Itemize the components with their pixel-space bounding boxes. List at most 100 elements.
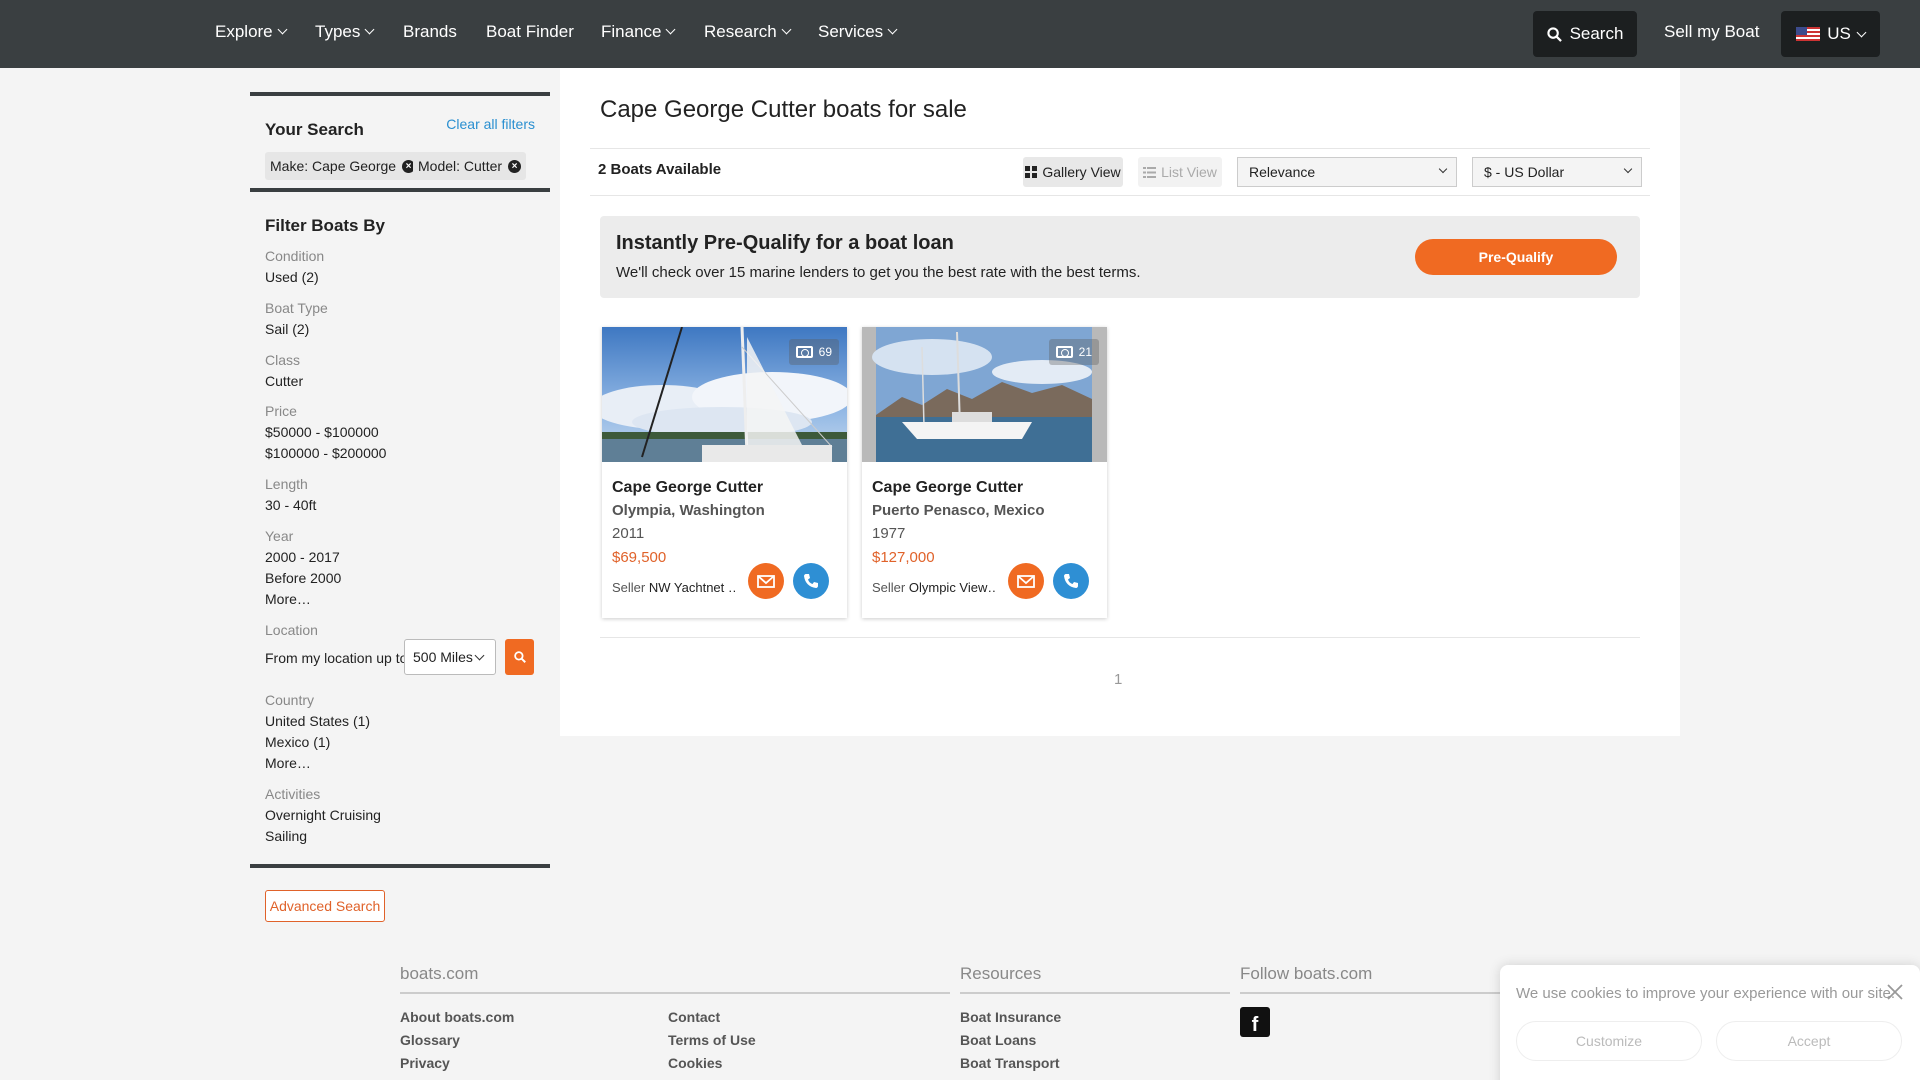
- class-option[interactable]: Cutter: [265, 373, 303, 389]
- footer-link[interactable]: Privacy: [400, 1055, 450, 1071]
- pre-qualify-button[interactable]: Pre-Qualify: [1415, 239, 1617, 275]
- email-icon: [757, 574, 775, 588]
- seller-name: Olympic View…: [908, 580, 996, 595]
- year-option[interactable]: Before 2000: [265, 570, 341, 586]
- boat-type-option[interactable]: Sail (2): [265, 321, 309, 337]
- list-view-label: List View: [1161, 164, 1217, 180]
- chevron-down-icon: [1623, 164, 1633, 174]
- price-option[interactable]: $100000 - $200000: [265, 445, 386, 461]
- results-count: 2 Boats Available: [598, 161, 722, 178]
- photo-count: 21: [1078, 345, 1092, 359]
- region-label: US: [1827, 24, 1851, 43]
- accept-cookies-button[interactable]: Accept: [1716, 1021, 1902, 1061]
- nav-finance[interactable]: Finance: [601, 22, 676, 42]
- divider: [590, 148, 1650, 149]
- page-title: Cape George Cutter boats for sale: [600, 96, 967, 123]
- distance-value: 500 Miles: [413, 649, 473, 665]
- footer-link[interactable]: Cookies: [668, 1055, 722, 1071]
- listing-card[interactable]: 69 Cape George Cutter Olympia, Washingto…: [602, 327, 847, 618]
- close-icon[interactable]: [1886, 983, 1904, 1001]
- country-more-link[interactable]: More…: [265, 755, 311, 771]
- price-option[interactable]: $50000 - $100000: [265, 424, 379, 440]
- advanced-search-button[interactable]: Advanced Search: [265, 890, 385, 922]
- listing-title[interactable]: Cape George Cutter: [872, 479, 1023, 497]
- footer-link[interactable]: Contact: [668, 1009, 720, 1025]
- chevron-down-icon: [1856, 27, 1867, 37]
- call-seller-button[interactable]: [793, 563, 829, 599]
- filter-title: Filter Boats By: [265, 216, 385, 235]
- activity-option[interactable]: Sailing: [265, 828, 307, 844]
- listing-year: 2011: [612, 525, 645, 542]
- listing-location: Olympia, Washington: [612, 502, 765, 519]
- listing-card[interactable]: 21 Cape George Cutter Puerto Penasco, Me…: [862, 327, 1107, 618]
- condition-option[interactable]: Used (2): [265, 269, 319, 285]
- pagination-page[interactable]: 1: [1114, 671, 1122, 688]
- activity-option[interactable]: Overnight Cruising: [265, 807, 381, 823]
- nav-types[interactable]: Types: [315, 22, 375, 42]
- email-icon: [1017, 574, 1035, 588]
- sort-select[interactable]: Relevance: [1237, 157, 1457, 187]
- listing-price: $69,500: [612, 549, 667, 566]
- email-seller-button[interactable]: [748, 563, 784, 599]
- filter-chip-model[interactable]: Model: Cutter ×: [413, 152, 527, 180]
- your-search-title: Your Search: [265, 120, 364, 139]
- filter-sidebar: Your Search Clear all filters Make: Cape…: [250, 68, 550, 868]
- nav-boat-finder[interactable]: Boat Finder: [486, 22, 574, 42]
- listing-year: 1977: [872, 525, 906, 542]
- nav-explore[interactable]: Explore: [215, 22, 288, 42]
- divider: [960, 992, 1230, 994]
- loan-title: Instantly Pre-Qualify for a boat loan: [616, 232, 954, 254]
- results-panel: Cape George Cutter boats for sale 2 Boat…: [560, 68, 1680, 736]
- listing-title[interactable]: Cape George Cutter: [612, 479, 763, 497]
- customize-cookies-button[interactable]: Customize: [1516, 1021, 1702, 1061]
- filter-chip-label: Make: Cape George: [270, 158, 397, 174]
- nav-search-button[interactable]: Search: [1533, 11, 1637, 57]
- nav-research-label: Research: [704, 22, 777, 41]
- listing-photo[interactable]: 69: [602, 327, 847, 462]
- email-seller-button[interactable]: [1008, 563, 1044, 599]
- nav-research[interactable]: Research: [704, 22, 792, 42]
- listing-seller: Seller Olympic View…: [872, 580, 996, 595]
- country-label: Country: [265, 692, 315, 708]
- loan-banner: Instantly Pre-Qualify for a boat loan We…: [600, 216, 1640, 298]
- nav-finance-label: Finance: [601, 22, 662, 41]
- listing-location: Puerto Penasco, Mexico: [872, 502, 1045, 519]
- footer-link[interactable]: About boats.com: [400, 1009, 514, 1025]
- camera-icon: [1055, 346, 1073, 358]
- list-view-button[interactable]: List View: [1138, 157, 1222, 187]
- nav-services[interactable]: Services: [818, 22, 898, 42]
- country-option[interactable]: Mexico (1): [265, 734, 330, 750]
- clear-filters-link[interactable]: Clear all filters: [446, 116, 535, 132]
- currency-select[interactable]: $ - US Dollar: [1472, 157, 1642, 187]
- nav-search-label: Search: [1569, 24, 1624, 43]
- listing-photo[interactable]: 21: [862, 327, 1107, 462]
- facebook-icon[interactable]: f: [1240, 1007, 1270, 1037]
- region-selector[interactable]: US: [1781, 11, 1880, 57]
- length-label: Length: [265, 476, 308, 492]
- year-more-link[interactable]: More…: [265, 591, 311, 607]
- sell-my-boat-link[interactable]: Sell my Boat: [1664, 22, 1759, 42]
- country-option[interactable]: United States (1): [265, 713, 370, 729]
- footer-link[interactable]: Glossary: [400, 1032, 460, 1048]
- remove-icon[interactable]: ×: [508, 159, 522, 173]
- location-text: From my location up to: [265, 650, 408, 666]
- footer-link[interactable]: Boat Loans: [960, 1032, 1036, 1048]
- chevron-down-icon: [277, 24, 288, 35]
- footer-link[interactable]: Boat Insurance: [960, 1009, 1061, 1025]
- search-icon: [1546, 26, 1562, 42]
- grid-icon: [1025, 166, 1038, 178]
- footer-link[interactable]: Boat Transport: [960, 1055, 1060, 1071]
- year-option[interactable]: 2000 - 2017: [265, 549, 340, 565]
- location-search-button[interactable]: [505, 639, 534, 675]
- loan-text: We'll check over 15 marine lenders to ge…: [616, 264, 1141, 281]
- footer-link[interactable]: Terms of Use: [668, 1032, 756, 1048]
- nav-brands[interactable]: Brands: [403, 22, 457, 42]
- filter-chip-make[interactable]: Make: Cape George ×: [265, 152, 421, 180]
- length-option[interactable]: 30 - 40ft: [265, 497, 316, 513]
- call-seller-button[interactable]: [1053, 563, 1089, 599]
- nav-explore-label: Explore: [215, 22, 273, 41]
- gallery-view-button[interactable]: Gallery View: [1023, 157, 1123, 187]
- distance-select[interactable]: 500 Miles: [404, 639, 496, 675]
- chevron-down-icon: [364, 24, 375, 35]
- filter-panel: Filter Boats By Condition Used (2) Boat …: [250, 192, 550, 864]
